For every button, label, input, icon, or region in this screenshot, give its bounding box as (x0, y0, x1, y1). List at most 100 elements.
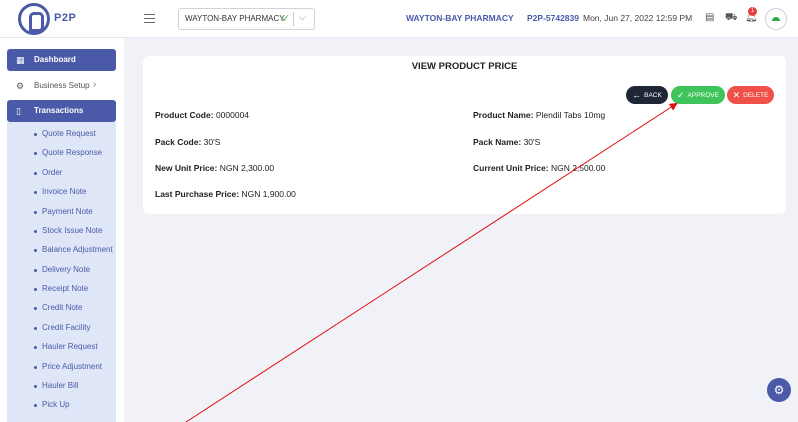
sidebar-item-label: Credit Note (42, 303, 83, 312)
sidebar-item-label: Transactions (34, 106, 84, 115)
sidebar-item-invoice-note[interactable]: Invoice Note (7, 183, 116, 201)
notification-badge: 1 (748, 7, 757, 16)
current-unit-price-label: Current Unit Price: (473, 163, 549, 173)
transactions-submenu: Quote Request Quote Response Order Invoi… (7, 122, 116, 422)
grid-icon: ▦ (16, 55, 25, 65)
product-code-value: 0000004 (215, 110, 250, 120)
approve-button-label: APPROVE (687, 92, 719, 99)
select-separator (293, 12, 294, 26)
sidebar-item-credit-facility[interactable]: Credit Facility (7, 319, 116, 337)
product-code-label: Product Code: (155, 110, 214, 120)
pack-code-field: Pack Code: 30'S (155, 137, 220, 147)
bullet-icon (34, 307, 37, 310)
product-code-field: Product Code: 0000004 (155, 110, 249, 120)
delete-button-label: DELETE (743, 92, 769, 99)
chevron-down-icon[interactable]: ⌵ (299, 12, 306, 23)
sidebar-item-label: Delivery Note (42, 265, 91, 274)
check-icon: ✓ (677, 90, 685, 100)
sidebar-item-label: Price Adjustment (42, 362, 103, 371)
sidebar-item-label: Business Setup (34, 81, 90, 90)
sidebar-item-label: Receipt Note (42, 284, 89, 293)
sidebar-item-label: Quote Response (42, 148, 103, 157)
bullet-icon (34, 366, 37, 369)
sidebar-item-quote-response[interactable]: Quote Response (7, 144, 116, 162)
sidebar-item-quote-request[interactable]: Quote Request (7, 125, 116, 143)
pharmacy-select[interactable]: WAYTON-BAY PHARMACY ✓ ⌵ (178, 8, 315, 30)
sidebar-item-hauler-bill[interactable]: Hauler Bill (7, 377, 116, 395)
last-purchase-price-label: Last Purchase Price: (155, 189, 240, 199)
account-code: P2P-5742839 (527, 13, 579, 23)
view-product-price-card: VIEW PRODUCT PRICE ← BACK ✓ APPROVE ✕ DELET… (143, 56, 786, 214)
pack-name-label: Pack Name: (473, 137, 522, 147)
sidebar-item-pick-up[interactable]: Pick Up (7, 396, 116, 414)
product-name-value: Plendil Tabs 10mg (535, 110, 606, 120)
sidebar-item-balance-adjustment[interactable]: Balance Adjustment (7, 241, 116, 259)
bullet-icon (34, 133, 37, 136)
sidebar-item-label: Hauler Bill (42, 381, 79, 390)
p2p-logo-icon[interactable] (18, 3, 50, 35)
settings-fab-button[interactable]: ⚙ (767, 378, 791, 402)
user-avatar[interactable] (765, 8, 787, 30)
sidebar-item-dashboard[interactable]: ▦ Dashboard (7, 49, 116, 71)
sidebar-item-label: Payment Note (42, 207, 93, 216)
approve-button[interactable]: ✓ APPROVE (671, 86, 725, 104)
sidebar-item-payment-note[interactable]: Payment Note (7, 203, 116, 221)
sidebar-item-stock-issue-note[interactable]: Stock Issue Note (7, 222, 116, 240)
sidebar-item-label: Credit Facility (42, 323, 91, 332)
last-purchase-price-field: Last Purchase Price: NGN 1,900.00 (155, 189, 296, 199)
sidebar-item-credit-note[interactable]: Credit Note (7, 299, 116, 317)
sidebar-item-label: Quote Request (42, 129, 96, 138)
sidebar-item-receipt-note[interactable]: Receipt Note (7, 280, 116, 298)
sidebar: ▦ Dashboard ⚙ Business Setup › ▯ Transac… (0, 38, 124, 422)
new-unit-price-label: New Unit Price: (155, 163, 218, 173)
pack-code-label: Pack Code: (155, 137, 202, 147)
pharmacy-select-value: WAYTON-BAY PHARMACY (185, 14, 285, 23)
document-icon[interactable]: ▤ (705, 12, 714, 23)
product-name-field: Product Name: Plendil Tabs 10mg (473, 110, 605, 120)
pack-name-field: Pack Name: 30'S (473, 137, 540, 147)
gear-icon: ⚙ (773, 383, 785, 397)
sidebar-item-transactions[interactable]: ▯ Transactions (7, 100, 116, 122)
bullet-icon (34, 385, 37, 388)
sidebar-item-label: Stock Issue Note (42, 226, 103, 235)
sidebar-item-label: Pick Up (42, 400, 70, 409)
gear-icon: ⚙ (16, 81, 25, 91)
bullet-icon (34, 327, 37, 330)
sidebar-item-label: Balance Adjustment (42, 245, 113, 254)
check-icon: ✓ (281, 13, 291, 25)
sidebar-item-business-setup[interactable]: ⚙ Business Setup › (7, 75, 116, 97)
sidebar-item-label: Order (42, 168, 63, 177)
close-icon: ✕ (732, 90, 741, 100)
chevron-right-icon: › (93, 79, 97, 90)
sidebar-item-price-adjustment[interactable]: Price Adjustment (7, 358, 116, 376)
sidebar-item-order[interactable]: Order (7, 164, 116, 182)
arrow-left-icon: ← (632, 90, 642, 100)
sidebar-item-delivery-note[interactable]: Delivery Note (7, 261, 116, 279)
bullet-icon (34, 211, 37, 214)
new-unit-price-field: New Unit Price: NGN 2,300.00 (155, 163, 274, 173)
bullet-icon (34, 249, 37, 252)
bullet-icon (34, 230, 37, 233)
sidebar-item-hauler-request[interactable]: Hauler Request (7, 338, 116, 356)
current-unit-price-value: NGN 2,500.00 (550, 163, 606, 173)
bullet-icon (34, 346, 37, 349)
bullet-icon (34, 172, 37, 175)
bullet-icon (34, 288, 37, 291)
last-purchase-price-value: NGN 1,900.00 (241, 189, 296, 199)
page-title: VIEW PRODUCT PRICE (411, 61, 518, 72)
cart-icon[interactable]: ⛟ (725, 12, 738, 25)
back-button[interactable]: ← BACK (626, 86, 668, 104)
sidebar-item-label: Dashboard (34, 55, 76, 64)
bullet-icon (34, 152, 37, 155)
top-header: P2P WAYTON-BAY PHARMACY ✓ ⌵ WAYTON-BAY P… (0, 0, 798, 38)
current-unit-price-field: Current Unit Price: NGN 2,500.00 (473, 163, 605, 173)
pack-code-value: 30'S (203, 137, 221, 147)
bullet-icon (34, 404, 37, 407)
transactions-icon: ▯ (16, 106, 21, 116)
hamburger-menu-icon[interactable] (144, 14, 155, 23)
current-datetime: Mon, Jun 27, 2022 12:59 PM (583, 13, 693, 23)
delete-button[interactable]: ✕ DELETE (727, 86, 774, 104)
bullet-icon (34, 269, 37, 272)
pack-name-value: 30'S (523, 137, 541, 147)
product-name-label: Product Name: (473, 110, 534, 120)
